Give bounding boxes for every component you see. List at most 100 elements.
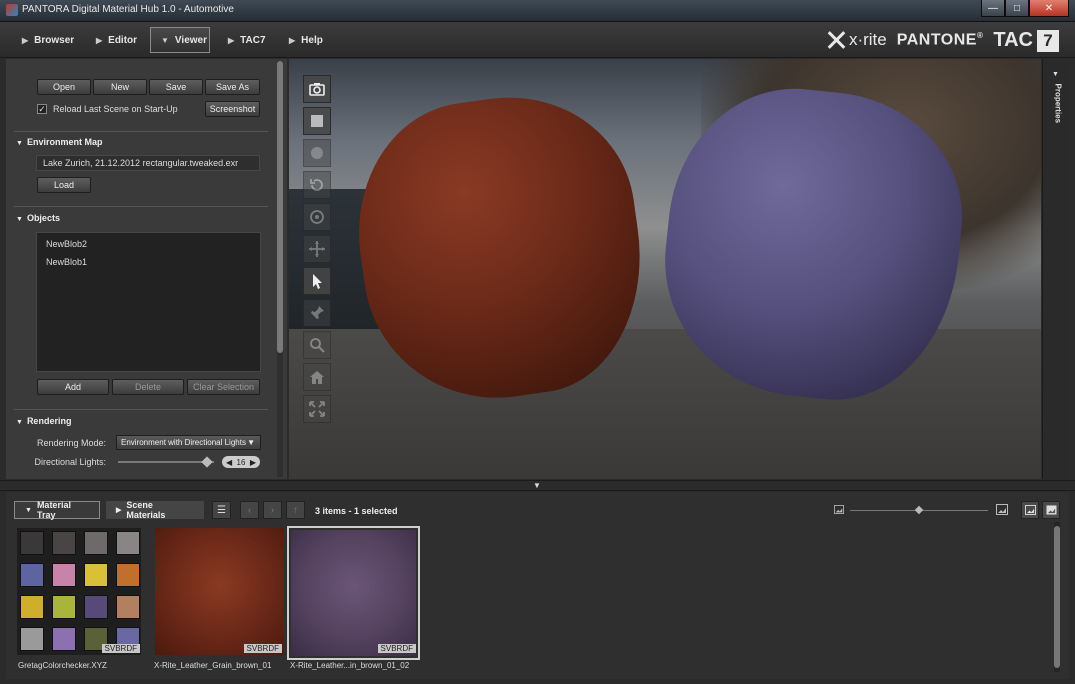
directional-lights-slider[interactable]	[118, 461, 214, 463]
delete-object-button[interactable]: Delete	[112, 379, 184, 395]
tab-label: Browser	[34, 34, 75, 46]
orbit-icon[interactable]	[303, 203, 331, 231]
material-thumbnail-purple-leather[interactable]: SVBRDF	[287, 526, 420, 660]
triangle-down-icon[interactable]: ▼	[533, 481, 541, 490]
tab-viewer[interactable]: ▼ Viewer	[150, 27, 210, 53]
material-name: GretagColorchecker.XYZ	[18, 661, 107, 670]
pin-icon[interactable]	[303, 299, 331, 327]
triangle-right-icon: ▶	[289, 35, 296, 45]
tab-label: TAC7	[240, 34, 266, 46]
rotate-icon[interactable]	[303, 171, 331, 199]
xrite-mark-icon	[827, 31, 845, 49]
close-button[interactable]: ✕	[1029, 0, 1069, 17]
reload-last-scene-checkbox[interactable]: ✓ Reload Last Scene on Start-Up	[37, 104, 178, 114]
checkmark-icon: ✓	[37, 104, 47, 114]
slider-handle[interactable]	[201, 456, 213, 468]
fit-icon[interactable]	[303, 395, 331, 423]
objects-header[interactable]: ▼ Objects	[16, 213, 60, 223]
pantone-wordmark: PANTONE®	[897, 31, 984, 49]
flat-view-icon[interactable]	[1021, 501, 1039, 519]
window-controls: — □ ✕	[981, 0, 1069, 17]
spinbox-value: 16	[236, 457, 246, 467]
large-thumbnail-icon[interactable]	[996, 504, 1008, 515]
items-count: 3 items - 1 selected	[315, 506, 398, 516]
record-icon[interactable]	[303, 139, 331, 167]
tab-editor[interactable]: ▶ Editor	[86, 27, 147, 53]
triangle-down-icon: ▼	[161, 35, 169, 45]
chevron-left-icon[interactable]: ‹	[240, 501, 259, 519]
environment-map-header[interactable]: ▼ Environment Map	[16, 137, 102, 147]
window-title: PANTORA Digital Material Hub 1.0 - Autom…	[22, 4, 234, 15]
tab-tac7[interactable]: ▶ TAC7	[218, 27, 276, 53]
scrollbar-thumb[interactable]	[277, 61, 283, 353]
minimize-button[interactable]: —	[981, 0, 1005, 17]
new-button[interactable]: New	[93, 79, 147, 95]
properties-rail[interactable]: ▼ Properties	[1042, 59, 1069, 479]
small-thumbnail-icon[interactable]	[833, 504, 845, 515]
chevron-down-icon: ▼	[247, 438, 255, 447]
pantone-text: PANTONE	[896, 31, 977, 49]
save-as-button[interactable]: Save As	[205, 79, 260, 95]
chevron-right-icon[interactable]: ›	[263, 501, 282, 519]
slider-handle[interactable]	[914, 505, 924, 515]
panel-scrollbar[interactable]	[277, 61, 283, 477]
clear-selection-button[interactable]: Clear Selection	[187, 379, 260, 395]
arrow-up-icon[interactable]: ↑	[286, 501, 305, 519]
section-title: Objects	[26, 213, 60, 223]
rendering-mode-select[interactable]: Environment with Directional Lights ▼	[116, 435, 261, 450]
select-value: Environment with Directional Lights	[121, 438, 246, 447]
tab-browser[interactable]: ▶ Browser	[12, 27, 84, 53]
maximize-button[interactable]: □	[1005, 0, 1029, 17]
decrement-icon[interactable]: ◀	[226, 458, 232, 467]
pointer-icon[interactable]	[303, 267, 331, 295]
rendering-header[interactable]: ▼ Rendering	[16, 416, 71, 426]
directional-lights-label: Directional Lights:	[34, 457, 106, 467]
svbrdf-badge: SVBRDF	[101, 644, 140, 653]
list-item[interactable]: NewBlob2	[37, 233, 260, 251]
material-name: X-Rite_Leather...in_brown_01_02	[290, 661, 410, 670]
save-button[interactable]: Save	[149, 79, 203, 95]
triangle-down-icon: ▼	[16, 140, 23, 147]
zoom-icon[interactable]	[303, 331, 331, 359]
camera-icon[interactable]	[303, 75, 331, 103]
load-button[interactable]: Load	[37, 177, 91, 193]
3d-viewport[interactable]	[289, 59, 1041, 479]
directional-lights-spinbox[interactable]: ◀ 16 ▶	[222, 456, 260, 468]
registered-mark: ®	[976, 30, 984, 40]
material-preview	[155, 528, 284, 655]
scene-panel: Open New Save Save As ✓ Reload Last Scen…	[6, 59, 287, 479]
tab-material-tray[interactable]: ▼ Material Tray	[14, 500, 100, 520]
rendered-view-icon[interactable]	[1042, 501, 1060, 519]
tac-text: TAC	[993, 28, 1033, 51]
reload-label: Reload Last Scene on Start-Up	[53, 104, 178, 114]
svbrdf-badge: SVBRDF	[243, 644, 282, 653]
tray-splitter[interactable]: ▼	[0, 480, 1075, 491]
triangle-down-icon: ▼	[16, 216, 23, 223]
material-thumbnail-brown-leather[interactable]: SVBRDF	[155, 528, 284, 658]
triangle-right-icon: ▶	[22, 35, 29, 45]
tab-label: Material Tray	[36, 500, 71, 520]
triangle-right-icon: ▶	[228, 35, 235, 45]
move-icon[interactable]	[303, 235, 331, 263]
tab-help[interactable]: ▶ Help	[279, 27, 333, 53]
list-view-icon[interactable]: ☰	[212, 501, 231, 519]
app-icon	[6, 4, 18, 16]
list-item[interactable]: NewBlob1	[37, 251, 260, 269]
open-button[interactable]: Open	[37, 79, 91, 95]
home-icon[interactable]	[303, 363, 331, 391]
screenshot-button[interactable]: Screenshot	[205, 101, 260, 117]
triangle-down-icon: ▼	[16, 419, 23, 426]
tab-label: Editor	[108, 34, 138, 46]
scrollbar-thumb[interactable]	[1054, 526, 1060, 668]
material-card: SVBRDF	[16, 528, 142, 658]
add-object-button[interactable]: Add	[37, 379, 109, 395]
tac-wordmark: TAC 7	[993, 29, 1059, 52]
material-tray: ▼ Material Tray ▶ Scene Materials ☰ ‹ › ↑ …	[6, 492, 1069, 679]
tray-scrollbar[interactable]	[1054, 522, 1060, 672]
increment-icon[interactable]: ▶	[250, 458, 256, 467]
properties-label: Properties	[1053, 83, 1063, 124]
tab-scene-materials[interactable]: ▶ Scene Materials	[106, 500, 204, 520]
objects-list[interactable]: NewBlob2 NewBlob1	[36, 232, 261, 372]
divider	[14, 409, 268, 410]
stop-icon[interactable]	[303, 107, 331, 135]
